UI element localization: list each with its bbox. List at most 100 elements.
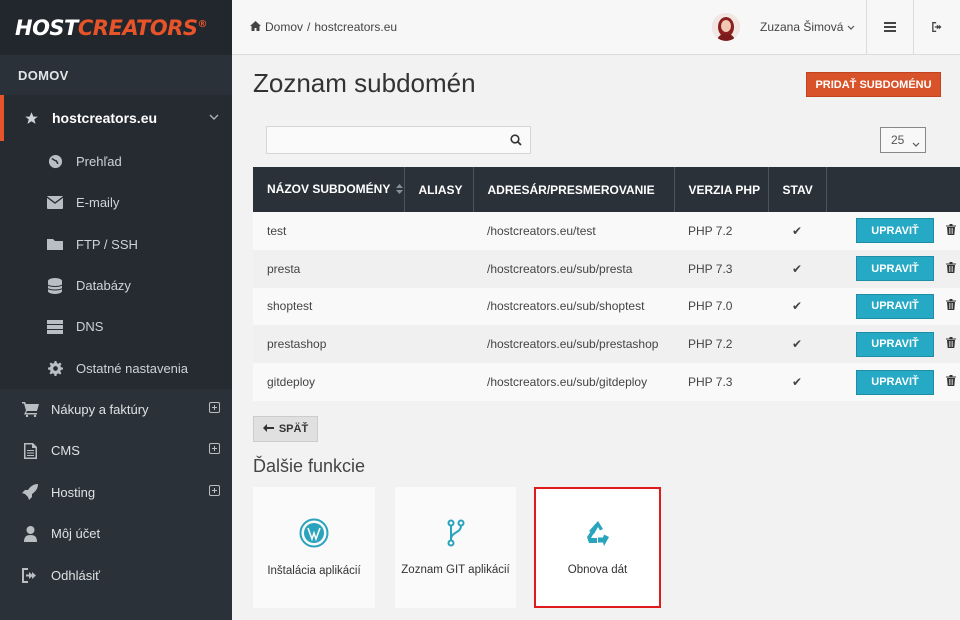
page-size-value: 25 bbox=[891, 133, 905, 147]
cell-php: PHP 7.2 bbox=[688, 223, 733, 238]
table-row: shoptest /hostcreators.eu/sub/shoptest P… bbox=[253, 287, 960, 326]
sidebar-subitem-emails[interactable]: E-maily bbox=[0, 182, 232, 224]
sidebar-subitem-label: Ostatné nastavenia bbox=[76, 360, 189, 376]
gear-icon bbox=[46, 360, 64, 376]
cell-name: presta bbox=[267, 261, 301, 276]
table-header-row: NÁZOV SUBDOMÉNY ALIASY ADRESÁR/PRESMEROV… bbox=[253, 167, 960, 212]
trash-icon[interactable] bbox=[946, 299, 956, 313]
cell-php: PHP 7.0 bbox=[688, 299, 733, 314]
trash-icon[interactable] bbox=[946, 375, 956, 389]
check-icon: ✔ bbox=[791, 337, 803, 352]
card-git-list[interactable]: Zoznam GIT aplikácií bbox=[395, 487, 516, 608]
page-title: Zoznam subdomén bbox=[253, 68, 476, 98]
breadcrumb-home[interactable]: Domov bbox=[265, 20, 303, 34]
chevron-down-icon bbox=[847, 20, 855, 34]
cell-actions: UPRAVIŤ bbox=[826, 212, 960, 250]
table-row: presta /hostcreators.eu/sub/presta PHP 7… bbox=[253, 249, 960, 288]
cell-name: shoptest bbox=[267, 299, 313, 314]
hamburger-icon bbox=[884, 20, 896, 35]
sidebar-item-account[interactable]: Môj účet bbox=[0, 513, 232, 554]
user-menu[interactable]: Zuzana Šimová bbox=[760, 20, 855, 34]
chevron-down-icon bbox=[208, 110, 220, 126]
breadcrumb-current: hostcreators.eu bbox=[314, 20, 398, 34]
trash-icon[interactable] bbox=[946, 223, 956, 238]
user-icon bbox=[21, 525, 39, 542]
sidebar-subitem-label: DNS bbox=[76, 319, 104, 335]
cell-php: PHP 7.2 bbox=[688, 337, 733, 352]
topbar: Domov / hostcreators.eu Zuzana Šimová bbox=[232, 0, 960, 55]
page-size-select[interactable]: 25 bbox=[880, 127, 926, 153]
trash-icon[interactable] bbox=[946, 337, 956, 351]
sidebar-section-home[interactable]: DOMOV bbox=[0, 55, 232, 95]
sidebar-item-logout[interactable]: Odhlásiť bbox=[0, 554, 232, 595]
cell-actions: UPRAVIŤ bbox=[826, 250, 960, 288]
menu-toggle-button[interactable] bbox=[866, 0, 913, 54]
plus-square-icon[interactable] bbox=[209, 443, 220, 455]
card-app-install[interactable]: Inštalácia aplikácií bbox=[253, 487, 375, 608]
card-data-restore[interactable]: Obnova dát bbox=[534, 487, 661, 608]
plus-square-icon[interactable] bbox=[209, 401, 220, 413]
edit-button[interactable]: UPRAVIŤ bbox=[856, 218, 934, 244]
cell-directory: /hostcreators.eu/test bbox=[487, 223, 596, 238]
cell-aliases bbox=[404, 363, 473, 401]
sidebar-subitem-ftp[interactable]: FTP / SSH bbox=[0, 223, 232, 265]
envelope-icon bbox=[46, 195, 64, 211]
add-subdomain-button[interactable]: PRIDAŤ SUBDOMÉNU bbox=[806, 72, 941, 97]
sidebar-subitem-overview[interactable]: Prehľad bbox=[0, 141, 232, 183]
sidebar-item-label: Môj účet bbox=[51, 526, 101, 542]
trash-icon[interactable] bbox=[946, 261, 956, 276]
edit-button[interactable]: UPRAVIŤ bbox=[856, 293, 934, 319]
check-icon: ✔ bbox=[791, 223, 803, 238]
cell-name: prestashop bbox=[267, 337, 327, 352]
logo[interactable]: HOSTCREATORS® bbox=[0, 0, 232, 55]
cell-aliases bbox=[404, 325, 473, 363]
plus-square-icon[interactable] bbox=[209, 484, 220, 496]
cart-icon bbox=[21, 401, 39, 417]
sidebar-item-hosting[interactable]: Hosting bbox=[0, 472, 232, 513]
cell-actions: UPRAVIŤ bbox=[826, 288, 960, 326]
edit-button[interactable]: UPRAVIŤ bbox=[856, 256, 934, 282]
sidebar-subitem-databases[interactable]: Databázy bbox=[0, 264, 232, 307]
server-icon bbox=[46, 319, 64, 335]
table-row: prestashop /hostcreators.eu/sub/prestash… bbox=[253, 325, 960, 364]
sidebar-item-domain[interactable]: hostcreators.eu bbox=[0, 95, 232, 141]
sidebar: HOSTCREATORS® DOMOV hostcreators.eu Preh… bbox=[0, 0, 232, 620]
cell-directory: /hostcreators.eu/sub/presta bbox=[487, 261, 633, 276]
logout-icon bbox=[21, 567, 39, 583]
search-icon[interactable] bbox=[510, 134, 522, 149]
document-icon bbox=[21, 442, 39, 459]
cell-aliases bbox=[404, 212, 473, 250]
user-name: Zuzana Šimová bbox=[760, 20, 844, 34]
breadcrumb: Domov / hostcreators.eu bbox=[250, 20, 397, 34]
rocket-icon bbox=[21, 484, 39, 501]
sidebar-item-cms[interactable]: CMS bbox=[0, 430, 232, 471]
cell-name: test bbox=[267, 223, 287, 238]
globe-icon bbox=[46, 154, 64, 170]
column-header-status: STAV bbox=[768, 167, 827, 212]
card-label: Zoznam GIT aplikácií bbox=[401, 564, 510, 576]
sidebar-subitem-settings[interactable]: Ostatné nastavenia bbox=[0, 347, 232, 389]
column-header-name[interactable]: NÁZOV SUBDOMÉNY bbox=[253, 167, 405, 212]
edit-button[interactable]: UPRAVIŤ bbox=[856, 369, 934, 395]
avatar[interactable] bbox=[712, 13, 740, 41]
search-input[interactable] bbox=[266, 126, 531, 154]
cell-php: PHP 7.3 bbox=[688, 261, 733, 276]
back-button[interactable]: SPÄŤ bbox=[253, 416, 318, 442]
database-icon bbox=[46, 277, 64, 294]
sidebar-item-purchases[interactable]: Nákupy a faktúry bbox=[0, 389, 232, 430]
check-icon: ✔ bbox=[791, 375, 803, 390]
edit-button[interactable]: UPRAVIŤ bbox=[856, 331, 934, 357]
chevron-down-icon bbox=[912, 137, 920, 151]
sidebar-subitem-label: Prehľad bbox=[76, 154, 122, 170]
card-label: Obnova dát bbox=[567, 564, 628, 576]
home-icon bbox=[250, 20, 261, 34]
breadcrumb-separator: / bbox=[307, 20, 311, 34]
logout-button[interactable] bbox=[913, 0, 960, 54]
column-header-aliases: ALIASY bbox=[404, 167, 474, 212]
subdomain-table: NÁZOV SUBDOMÉNY ALIASY ADRESÁR/PRESMEROV… bbox=[253, 167, 960, 401]
sort-icon[interactable] bbox=[396, 183, 404, 197]
cell-actions: UPRAVIŤ bbox=[826, 325, 960, 363]
table-row: test /hostcreators.eu/test PHP 7.2 ✔ UPR… bbox=[253, 212, 960, 250]
sidebar-subitem-dns[interactable]: DNS bbox=[0, 306, 232, 348]
check-icon: ✔ bbox=[791, 299, 803, 314]
